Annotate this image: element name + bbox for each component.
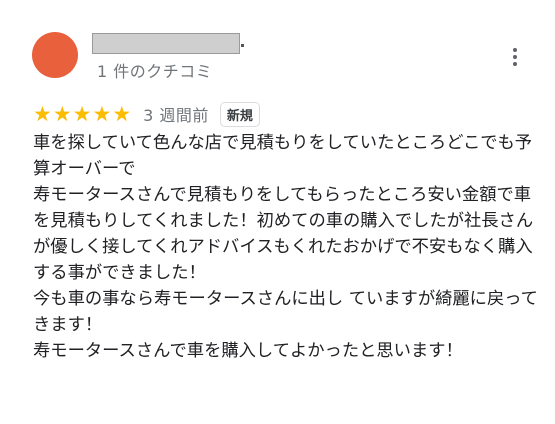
reviewer-name-redacted[interactable] — [92, 33, 240, 54]
new-badge: 新規 — [219, 101, 260, 127]
star-icon: ★ — [33, 101, 52, 126]
star-icon: ★ — [72, 101, 92, 126]
review-text: 車を探していて色んな店で見積もりをしていたところどこでも予算オーバーで 寿モータ… — [33, 133, 538, 361]
star-icon: ★ — [112, 101, 132, 126]
review-count: 1 件のクチコミ — [97, 62, 213, 81]
star-rating: ★ ★ ★ ★ ★ — [33, 101, 132, 126]
rating-row: ★ ★ ★ ★ ★ 3 週間前 新規 — [33, 101, 260, 127]
star-icon: ★ — [52, 101, 72, 126]
reviewer-avatar[interactable] — [32, 32, 78, 78]
star-icon: ★ — [92, 101, 112, 126]
review-time: 3 週間前 — [143, 106, 209, 125]
more-options-button[interactable] — [506, 46, 524, 70]
more-vertical-icon — [506, 48, 524, 66]
redaction-mark — [241, 44, 244, 47]
